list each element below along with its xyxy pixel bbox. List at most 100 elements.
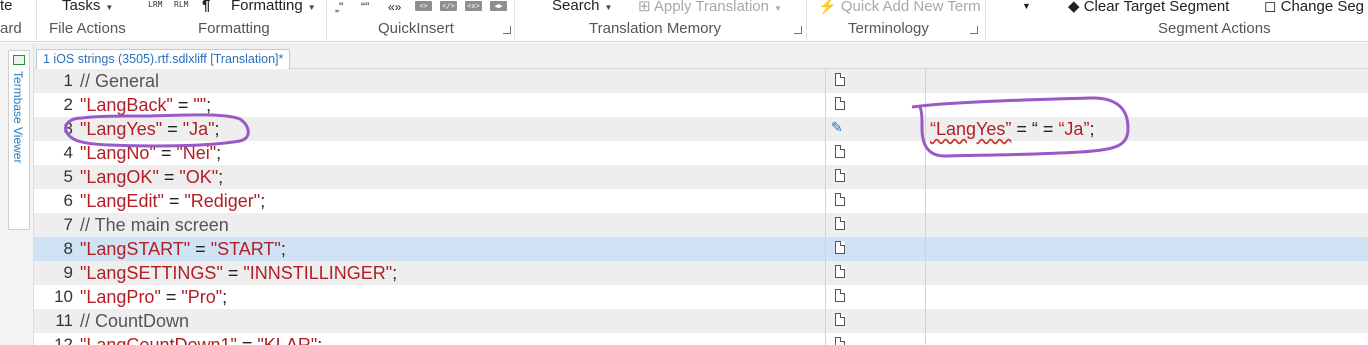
punctuation-token: ;	[317, 335, 323, 345]
comment-token: // General	[80, 71, 160, 91]
search-button[interactable]: Search ▼	[552, 0, 612, 14]
string-token: "INNSTILLINGER"	[243, 263, 393, 283]
comment-token: // CountDown	[80, 311, 190, 331]
quote-insert-2[interactable]: “"	[361, 0, 369, 14]
source-text[interactable]: "LangPro" = "Pro";	[80, 285, 820, 309]
segment-row[interactable]: 2 "LangBack" = "";	[34, 93, 1368, 117]
chevron-down-icon[interactable]: ▼	[1022, 1, 1031, 11]
source-text[interactable]: "LangCountDown1" = "KLAR";	[80, 333, 820, 345]
quote-insert-3[interactable]: «»	[388, 0, 401, 14]
target-key: “LangYes”	[930, 119, 1012, 139]
source-text[interactable]: "LangSTART" = "START";	[80, 237, 820, 261]
target-value: “Ja”	[1058, 119, 1090, 139]
punctuation-token: =	[190, 239, 211, 259]
segment-row[interactable]: 4 "LangNo" = "Nei";	[34, 141, 1368, 165]
document-status-icon[interactable]	[835, 241, 845, 254]
editor-grid: 1 // General 2 "LangBack" = ""; 3 "LangYes" =…	[34, 69, 1368, 345]
segment-row[interactable]: 9 "LangSETTINGS" = "INNSTILLINGER";	[34, 261, 1368, 285]
document-status-icon[interactable]	[835, 193, 845, 206]
lrm-button[interactable]: LRM	[148, 0, 162, 9]
document-status-icon[interactable]	[835, 169, 845, 182]
segment-number: 12	[54, 335, 73, 345]
change-segment-label: Change Seg	[1280, 0, 1365, 15]
source-text[interactable]: "LangNo" = "Nei";	[80, 141, 820, 165]
source-text[interactable]: // The main screen	[80, 213, 820, 237]
ribbon-partial-te[interactable]: te	[0, 0, 13, 14]
document-status-icon[interactable]	[835, 145, 845, 158]
segment-row[interactable]: 3 "LangYes" = "Ja"; ✎	[34, 117, 1368, 141]
punctuation-token: ;	[222, 287, 228, 307]
source-text[interactable]: "LangBack" = "";	[80, 93, 820, 117]
tasks-button[interactable]: Tasks ▼	[62, 0, 113, 14]
punctuation-token: =	[172, 95, 194, 115]
chevron-down-icon: ▼	[604, 3, 613, 12]
rlm-button[interactable]: RLM	[174, 0, 188, 9]
document-status-icon[interactable]	[835, 337, 845, 345]
punctuation-token: =	[163, 191, 185, 211]
string-token: "LangPro"	[80, 287, 161, 307]
tag-insert-icon[interactable]: <x>	[465, 1, 482, 11]
source-text[interactable]: "LangEdit" = "Rediger";	[80, 189, 820, 213]
segment-number: 8	[63, 239, 73, 258]
document-status-icon[interactable]	[835, 73, 845, 86]
segment-number: 9	[63, 263, 73, 282]
group-label-terminology: Terminology	[848, 20, 929, 37]
termbase-viewer-tab[interactable]: Termbase Viewer	[8, 50, 30, 230]
tag-insert-icon[interactable]: </>	[440, 1, 457, 11]
string-token: "START"	[210, 239, 281, 259]
side-panel-strip: Termbase Viewer	[0, 43, 34, 345]
punctuation-token: =	[158, 167, 180, 187]
punctuation-token: =	[222, 263, 244, 283]
document-status-icon[interactable]	[835, 289, 845, 302]
punctuation-token: ;	[216, 143, 222, 163]
group-label-file-actions: File Actions	[49, 20, 126, 37]
segment-row[interactable]: 12 "LangCountDown1" = "KLAR";	[34, 333, 1368, 345]
quote-insert-1[interactable]: „"	[335, 0, 343, 14]
segment-icon: ◻	[1264, 0, 1281, 15]
document-status-icon[interactable]	[835, 313, 845, 326]
column-divider	[925, 69, 926, 345]
tag-insert-icon[interactable]: ◀▶	[490, 1, 507, 11]
segment-row[interactable]: 6 "LangEdit" = "Rediger";	[34, 189, 1368, 213]
paragraph-icon[interactable]: ¶	[202, 0, 210, 14]
segment-number: 7	[63, 215, 73, 234]
punctuation-token: ;	[280, 239, 286, 259]
document-status-icon[interactable]	[835, 97, 845, 110]
column-divider	[825, 69, 826, 345]
group-launcher-icon[interactable]	[970, 26, 978, 34]
group-label-quickinsert: QuickInsert	[378, 20, 454, 37]
segment-row[interactable]: 1 // General	[34, 69, 1368, 93]
clear-target-segment-button[interactable]: ◆ Clear Target Segment	[1068, 0, 1229, 15]
source-text[interactable]: // General	[80, 69, 820, 93]
document-status-icon[interactable]	[835, 265, 845, 278]
punctuation-token: ;	[260, 191, 266, 211]
source-text[interactable]: "LangYes" = "Ja";	[80, 117, 820, 141]
string-token: "OK"	[179, 167, 219, 187]
segment-row[interactable]: 5 "LangOK" = "OK";	[34, 165, 1368, 189]
change-segment-button[interactable]: ◻ Change Seg	[1264, 0, 1364, 15]
document-status-icon[interactable]	[835, 217, 845, 230]
group-launcher-icon[interactable]	[503, 26, 511, 34]
source-text[interactable]: "LangOK" = "OK";	[80, 165, 820, 189]
search-label: Search	[552, 0, 600, 14]
segment-row[interactable]: 11 // CountDown	[34, 309, 1368, 333]
tag-insert-icon[interactable]: <>	[415, 1, 432, 11]
formatting-label: Formatting	[231, 0, 303, 14]
apply-translation-button[interactable]: ⊞ Apply Translation ▼	[638, 0, 782, 15]
formatting-button[interactable]: Formatting ▼	[231, 0, 316, 14]
segment-row[interactable]: 10 "LangPro" = "Pro";	[34, 285, 1368, 309]
string-token: "LangYes"	[80, 119, 163, 139]
target-segment-text[interactable]: “LangYes” = “ = “Ja”;	[930, 119, 1094, 140]
source-text[interactable]: "LangSETTINGS" = "INNSTILLINGER";	[80, 261, 820, 285]
segment-row[interactable]: 8 "LangSTART" = "START";	[34, 237, 1368, 261]
lightning-icon: ⚡	[818, 0, 841, 15]
segment-row[interactable]: 7 // The main screen	[34, 213, 1368, 237]
pencil-edit-icon[interactable]: ✎	[831, 119, 843, 136]
source-text[interactable]: // CountDown	[80, 309, 820, 333]
quick-add-label: Quick Add New Term	[840, 0, 981, 15]
document-tab[interactable]: 1 iOS strings (3505).rtf.sdlxliff [Trans…	[36, 49, 291, 69]
translation-icon: ⊞	[638, 0, 654, 15]
group-launcher-icon[interactable]	[794, 26, 802, 34]
quick-add-new-term-button[interactable]: ⚡ Quick Add New Term	[818, 0, 981, 15]
target-rest-1: = “ =	[1011, 119, 1059, 139]
